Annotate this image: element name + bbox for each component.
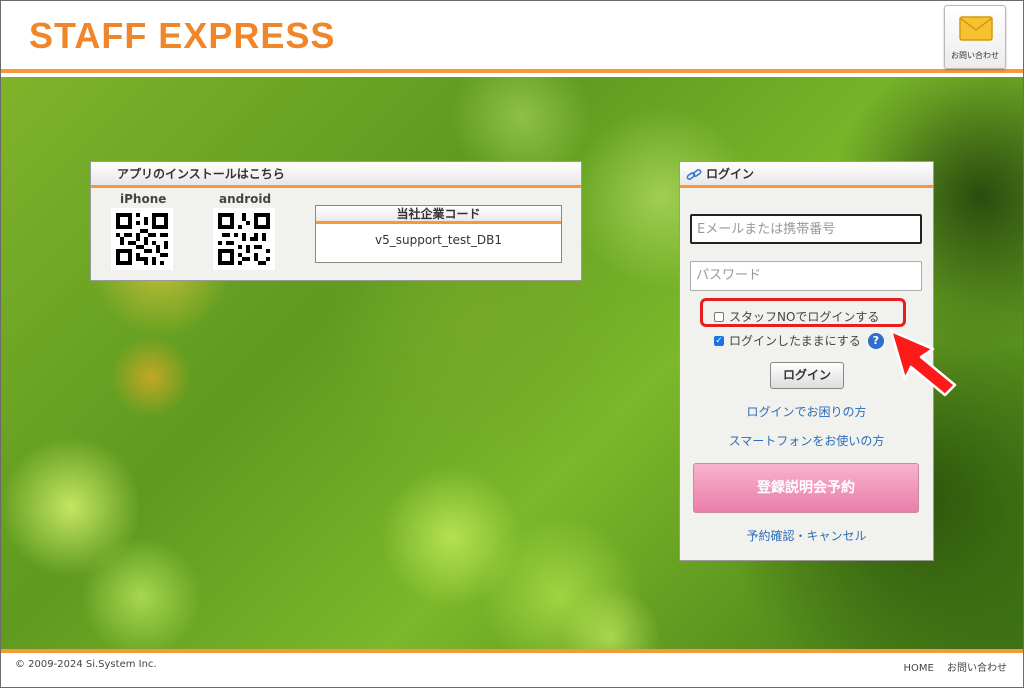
remember-me-label: ログインしたままにする (729, 334, 861, 348)
email-field[interactable]: Eメールまたは携帯番号 (690, 214, 922, 244)
smartphone-link[interactable]: スマートフォンをお使いの方 (680, 432, 933, 449)
remember-me-option[interactable]: ✓ ログインしたままにする ? (714, 332, 884, 349)
contact-button-label: お問い合わせ (951, 51, 999, 60)
site-footer: © 2009-2024 Si.System Inc. HOME お問い合わせ (1, 649, 1023, 687)
envelope-icon (959, 16, 993, 41)
annotation-highlight-box (700, 298, 906, 327)
android-label: android (219, 192, 272, 206)
reserve-briefing-button[interactable]: 登録説明会予約 (693, 463, 919, 513)
footer-nav: HOME お問い合わせ (893, 659, 1007, 674)
copyright-text: © 2009-2024 Si.System Inc. (15, 659, 157, 670)
remember-me-checkbox[interactable]: ✓ (714, 335, 724, 346)
login-button[interactable]: ログイン (770, 362, 844, 389)
password-field[interactable]: パスワード (690, 261, 922, 291)
reservation-confirm-link[interactable]: 予約確認・キャンセル (680, 527, 933, 544)
iphone-label: iPhone (120, 192, 167, 206)
iphone-qr-code-icon[interactable] (111, 208, 173, 270)
browser-frame: STAFF EXPRESS お問い合わせ アプリのインストールはこちら iPho… (0, 0, 1024, 688)
login-title: ログイン (706, 167, 755, 181)
footer-home-link[interactable]: HOME (903, 663, 933, 674)
android-qr-code-icon[interactable] (213, 208, 275, 270)
company-code-value: v5_support_test_DB1 (375, 233, 502, 247)
app-install-panel: アプリのインストールはこちら iPhone android 当社企業コード v5… (90, 161, 582, 281)
login-panel-header: ログイン (680, 162, 933, 188)
link-icon (686, 168, 702, 180)
login-trouble-link[interactable]: ログインでお困りの方 (680, 403, 933, 420)
footer-contact-link[interactable]: お問い合わせ (947, 663, 1007, 674)
company-code-box: 当社企業コード v5_support_test_DB1 (315, 205, 562, 263)
site-header: STAFF EXPRESS お問い合わせ (1, 1, 1023, 73)
company-code-title: 当社企業コード (316, 206, 561, 224)
help-icon[interactable]: ? (867, 332, 884, 349)
site-logo[interactable]: STAFF EXPRESS (29, 15, 335, 57)
app-install-title: アプリのインストールはこちら (91, 162, 581, 188)
annotation-arrow-icon (889, 329, 957, 397)
contact-button[interactable]: お問い合わせ (944, 5, 1006, 69)
